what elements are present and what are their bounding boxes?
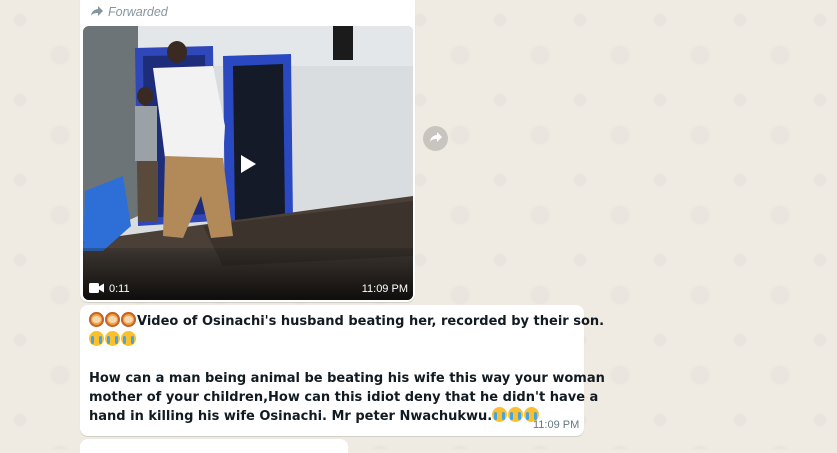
message-line-1-text: Video of Osinachi's husband beating her,… <box>137 314 605 329</box>
next-message-bubble[interactable] <box>80 439 348 453</box>
video-timestamp: 11:09 PM <box>361 283 408 295</box>
crying-face-icon <box>89 331 104 346</box>
video-duration-indicator: 0:11 <box>89 282 130 296</box>
crying-face-icon <box>121 331 136 346</box>
crying-face-icon <box>105 331 120 346</box>
message-line-2 <box>89 331 579 350</box>
woman-gesturing-icon <box>89 312 104 327</box>
forwarded-arrow-icon <box>90 5 104 20</box>
message-line-5: hand in killing his wife Osinachi. Mr pe… <box>89 407 579 426</box>
forwarded-indicator: Forwarded <box>90 4 168 20</box>
message-line-3: How can a man being animal be beating hi… <box>89 371 605 386</box>
crying-face-icon <box>508 407 524 422</box>
video-camera-icon <box>89 282 104 296</box>
message-timestamp: 11:09 PM <box>533 419 580 431</box>
video-duration: 0:11 <box>109 283 130 295</box>
woman-gesturing-icon <box>121 312 136 327</box>
forward-button[interactable] <box>423 126 448 151</box>
message-text: Video of Osinachi's husband beating her,… <box>89 312 605 426</box>
crying-face-icon <box>492 407 508 422</box>
play-icon[interactable] <box>234 150 262 178</box>
forwarded-label: Forwarded <box>108 5 168 19</box>
message-line-1: Video of Osinachi's husband beating her,… <box>89 312 604 331</box>
message-line-5-text: hand in killing his wife Osinachi. Mr pe… <box>89 409 493 424</box>
woman-gesturing-icon <box>105 312 120 327</box>
message-line-4: mother of your children,How can this idi… <box>89 390 599 405</box>
forward-arrow-icon <box>429 130 443 148</box>
